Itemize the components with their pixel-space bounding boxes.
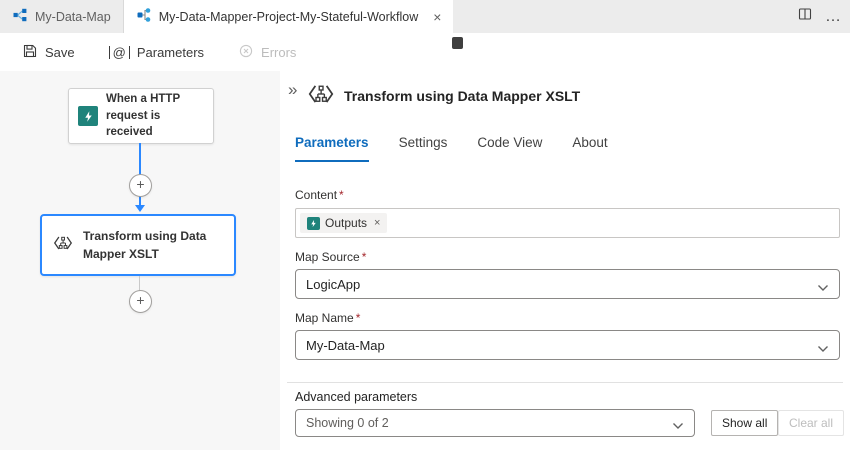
split-editor-icon[interactable] xyxy=(797,6,813,27)
parameters-icon: @ xyxy=(109,46,130,59)
map-name-dropdown[interactable]: My-Data-Map xyxy=(295,330,840,360)
app-window: My-Data-Map My-Data-Mapper-Project-My-St… xyxy=(0,0,850,450)
tabbar-actions: … xyxy=(797,0,842,33)
chevron-down-icon xyxy=(672,419,684,433)
collapse-panel-icon[interactable]: » xyxy=(288,81,297,98)
advanced-parameters-value: Showing 0 of 2 xyxy=(306,416,389,430)
add-action-button[interactable]: + xyxy=(129,290,152,313)
show-all-button[interactable]: Show all xyxy=(711,410,778,436)
section-divider xyxy=(287,382,843,383)
parameters-label: Parameters xyxy=(137,45,204,60)
tab-settings[interactable]: Settings xyxy=(399,135,448,162)
outputs-token-icon xyxy=(307,217,320,230)
required-asterisk: * xyxy=(362,250,367,264)
action-card-xslt-transform[interactable]: Transform using Data Mapper XSLT xyxy=(40,214,236,276)
required-asterisk: * xyxy=(339,188,344,202)
panel-tab-bar: Parameters Settings Code View About xyxy=(295,135,608,162)
clear-all-button[interactable]: Clear all xyxy=(778,410,844,436)
outputs-token-label: Outputs xyxy=(325,216,367,230)
save-icon xyxy=(22,43,38,62)
save-label: Save xyxy=(45,45,75,60)
tab-label: My-Data-Mapper-Project-My-Stateful-Workf… xyxy=(159,10,419,24)
required-asterisk: * xyxy=(356,311,361,325)
workflow-canvas[interactable]: When a HTTP request is received + xyxy=(0,71,280,450)
trigger-card-title: When a HTTP request is received xyxy=(106,91,204,141)
tab-parameters[interactable]: Parameters xyxy=(295,135,369,162)
tab-my-data-map[interactable]: My-Data-Map xyxy=(0,0,124,33)
parameters-button[interactable]: @ Parameters xyxy=(109,45,204,60)
operation-details-panel: » Transform using D xyxy=(280,71,850,450)
http-request-trigger-icon xyxy=(78,106,98,126)
more-actions-icon[interactable]: … xyxy=(825,12,842,22)
action-card-title: Transform using Data Mapper XSLT xyxy=(83,227,224,263)
editor-tab-bar: My-Data-Map My-Data-Mapper-Project-My-St… xyxy=(0,0,850,33)
map-source-value: LogicApp xyxy=(306,277,360,292)
chevron-down-icon xyxy=(817,280,829,295)
trigger-card-http-request[interactable]: When a HTTP request is received xyxy=(68,88,214,144)
xslt-icon xyxy=(52,232,74,259)
tab-label: My-Data-Map xyxy=(35,10,111,24)
data-map-icon xyxy=(12,7,28,26)
errors-label: Errors xyxy=(261,45,296,60)
content-input[interactable]: Outputs × xyxy=(295,208,840,238)
insert-step-button[interactable]: + xyxy=(129,174,152,197)
panel-title: Transform using Data Mapper XSLT xyxy=(344,88,580,104)
advanced-parameters-dropdown[interactable]: Showing 0 of 2 xyxy=(295,409,695,437)
chevron-down-icon xyxy=(817,341,829,356)
map-source-dropdown[interactable]: LogicApp xyxy=(295,269,840,299)
outputs-token-chip[interactable]: Outputs × xyxy=(300,213,387,233)
designer-toolbar: Save @ Parameters Errors xyxy=(0,33,850,71)
remove-token-icon[interactable]: × xyxy=(374,217,380,229)
close-tab-icon[interactable]: × xyxy=(433,10,441,24)
advanced-parameters-label: Advanced parameters xyxy=(295,390,417,404)
xslt-icon xyxy=(306,79,336,114)
save-button[interactable]: Save xyxy=(22,43,75,62)
map-source-label: Map Source* xyxy=(295,250,366,264)
tab-about[interactable]: About xyxy=(572,135,607,162)
content-label: Content* xyxy=(295,188,344,202)
editor-action-badge[interactable] xyxy=(452,37,463,49)
errors-icon xyxy=(238,43,254,62)
map-name-label: Map Name* xyxy=(295,311,360,325)
tab-code-view[interactable]: Code View xyxy=(477,135,542,162)
tab-workflow[interactable]: My-Data-Mapper-Project-My-Stateful-Workf… xyxy=(124,0,454,33)
workflow-icon xyxy=(136,7,152,26)
connector-arrowhead xyxy=(135,205,145,212)
errors-button[interactable]: Errors xyxy=(238,43,296,62)
map-name-value: My-Data-Map xyxy=(306,338,385,353)
